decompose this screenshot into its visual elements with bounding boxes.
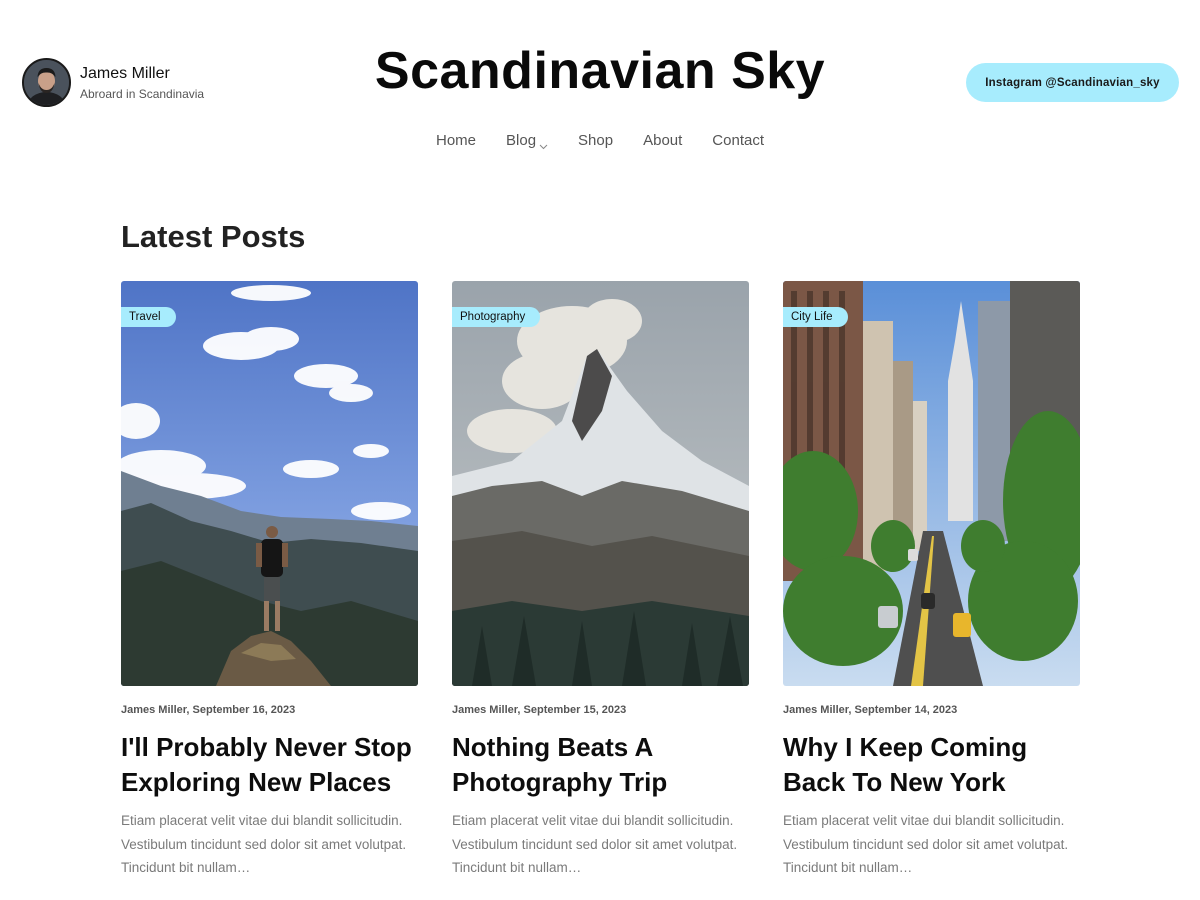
section-title: Latest Posts bbox=[121, 219, 306, 254]
post-image[interactable]: City Life bbox=[783, 281, 1080, 686]
nav-item-label: Blog bbox=[506, 132, 537, 149]
nav-item-contact[interactable]: Contact bbox=[712, 131, 764, 151]
nav-item-label: Shop bbox=[578, 132, 614, 149]
category-tag[interactable]: Photography bbox=[452, 307, 541, 327]
post-card: City Life James Miller, September 14, 20… bbox=[783, 281, 1080, 880]
nav-item-shop[interactable]: Shop bbox=[578, 131, 613, 151]
post-excerpt: Etiam placerat velit vitae dui blandit s… bbox=[452, 813, 738, 875]
post-meta: James Miller, September 15, 2023 bbox=[452, 704, 627, 716]
main-nav: Home Blog Shop About Contact bbox=[0, 131, 1200, 151]
post-title[interactable]: Nothing Beats A Photography Trip bbox=[452, 730, 749, 800]
nav-item-label: Home bbox=[436, 132, 477, 149]
nav-item-label: About bbox=[643, 132, 683, 149]
category-tag[interactable]: Travel bbox=[121, 307, 176, 327]
post-card: Travel James Miller, September 16, 2023 … bbox=[121, 281, 418, 880]
chevron-down-icon bbox=[539, 137, 548, 149]
post-title[interactable]: I'll Probably Never Stop Exploring New P… bbox=[121, 730, 418, 800]
category-tag[interactable]: City Life bbox=[783, 307, 848, 327]
post-image[interactable]: Travel bbox=[121, 281, 418, 686]
post-title[interactable]: Why I Keep Coming Back To New York bbox=[783, 730, 1080, 800]
nav-item-about[interactable]: About bbox=[643, 131, 682, 151]
post-excerpt: Etiam placerat velit vitae dui blandit s… bbox=[121, 813, 407, 875]
post-card: Photography James Miller, September 15, … bbox=[452, 281, 749, 880]
nav-item-blog[interactable]: Blog bbox=[506, 131, 548, 151]
post-excerpt: Etiam placerat velit vitae dui blandit s… bbox=[783, 813, 1069, 875]
post-image[interactable]: Photography bbox=[452, 281, 749, 686]
post-meta: James Miller, September 14, 2023 bbox=[783, 704, 958, 716]
nav-item-home[interactable]: Home bbox=[436, 131, 476, 151]
nav-item-label: Contact bbox=[712, 132, 764, 149]
instagram-button[interactable]: Instagram @Scandinavian_sky bbox=[966, 63, 1179, 102]
post-meta: James Miller, September 16, 2023 bbox=[121, 704, 296, 716]
